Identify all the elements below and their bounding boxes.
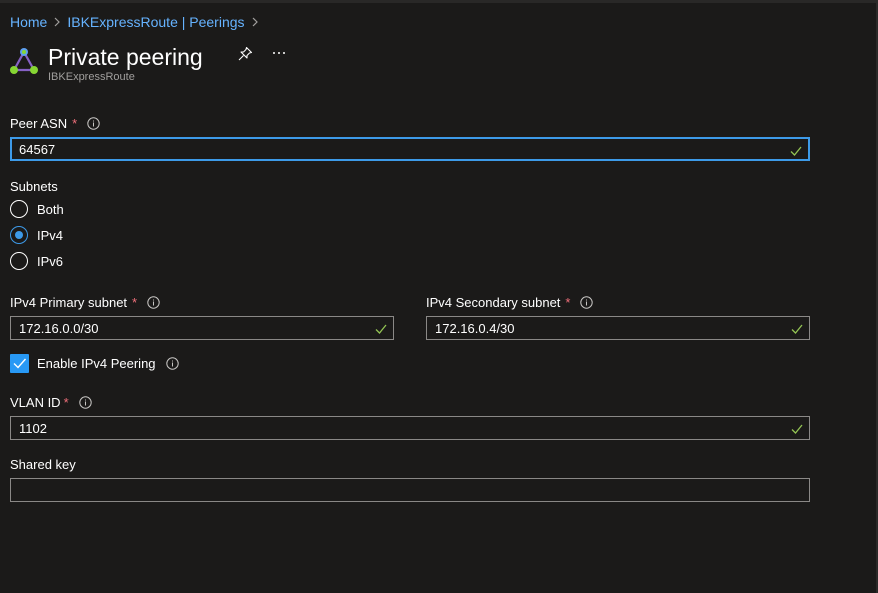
peer-asn-field[interactable]	[10, 137, 810, 161]
enable-ipv4-peering-label: Enable IPv4 Peering	[37, 356, 156, 371]
radio-ipv4-label: IPv4	[37, 227, 64, 243]
more-options-icon[interactable]	[270, 44, 288, 62]
valid-check-icon	[791, 322, 803, 334]
enable-ipv4-peering-checkbox[interactable]: Enable IPv4 Peering	[10, 354, 179, 373]
checkbox-checked[interactable]	[10, 354, 29, 373]
required-asterisk: *	[63, 395, 69, 410]
radio-ipv4[interactable]: IPv4	[10, 226, 63, 244]
shared-key-field[interactable]	[10, 478, 810, 502]
page-subtitle: IBKExpressRoute	[48, 71, 135, 83]
ipv4-secondary-input[interactable]	[435, 317, 777, 339]
shared-key-input[interactable]	[19, 479, 777, 501]
info-icon[interactable]	[147, 296, 160, 309]
radio-button-selected[interactable]	[10, 226, 28, 244]
radio-button[interactable]	[10, 200, 28, 218]
ipv4-primary-label: IPv4 Primary subnet *	[10, 295, 160, 310]
required-asterisk: *	[72, 116, 78, 131]
info-icon[interactable]	[87, 117, 100, 130]
ipv4-secondary-label: IPv4 Secondary subnet *	[426, 295, 594, 310]
chevron-right-icon	[245, 15, 265, 29]
radio-both-label: Both	[37, 201, 64, 217]
valid-check-icon	[790, 144, 802, 156]
shared-key-label: Shared key	[10, 457, 76, 472]
ipv4-primary-input[interactable]	[19, 317, 361, 339]
radio-ipv6[interactable]: IPv6	[10, 252, 63, 270]
subnets-label: Subnets	[10, 179, 58, 194]
peer-asn-label-text: Peer ASN	[10, 116, 68, 131]
info-icon[interactable]	[165, 357, 179, 370]
required-asterisk: *	[132, 295, 138, 310]
radio-ipv6-label: IPv6	[37, 253, 64, 269]
expressroute-triangle-icon	[8, 46, 40, 78]
info-icon[interactable]	[78, 396, 92, 409]
chevron-right-icon	[47, 15, 67, 29]
breadcrumb: Home IBKExpressRoute | Peerings	[10, 13, 265, 31]
vlan-id-input[interactable]	[19, 417, 777, 439]
vlan-id-label-text: VLAN ID	[10, 395, 61, 410]
radio-both[interactable]: Both	[10, 200, 64, 218]
peer-asn-label: Peer ASN *	[10, 116, 100, 131]
valid-check-icon	[791, 422, 803, 434]
radio-button[interactable]	[10, 252, 28, 270]
required-asterisk: *	[565, 295, 571, 310]
vlan-id-field[interactable]	[10, 416, 810, 440]
ipv4-secondary-label-text: IPv4 Secondary subnet	[426, 295, 561, 310]
page-title: Private peering	[48, 44, 203, 70]
info-icon[interactable]	[580, 296, 594, 309]
pin-icon[interactable]	[237, 46, 253, 62]
ipv4-primary-label-text: IPv4 Primary subnet	[10, 295, 128, 310]
vlan-id-label: VLAN ID *	[10, 395, 92, 410]
top-border	[0, 0, 878, 3]
ipv4-primary-field[interactable]	[10, 316, 394, 340]
breadcrumb-peerings-link[interactable]: IBKExpressRoute | Peerings	[67, 14, 244, 30]
valid-check-icon	[375, 322, 387, 334]
peer-asn-input[interactable]	[19, 139, 775, 159]
ipv4-secondary-field[interactable]	[426, 316, 810, 340]
breadcrumb-home-link[interactable]: Home	[10, 14, 47, 30]
